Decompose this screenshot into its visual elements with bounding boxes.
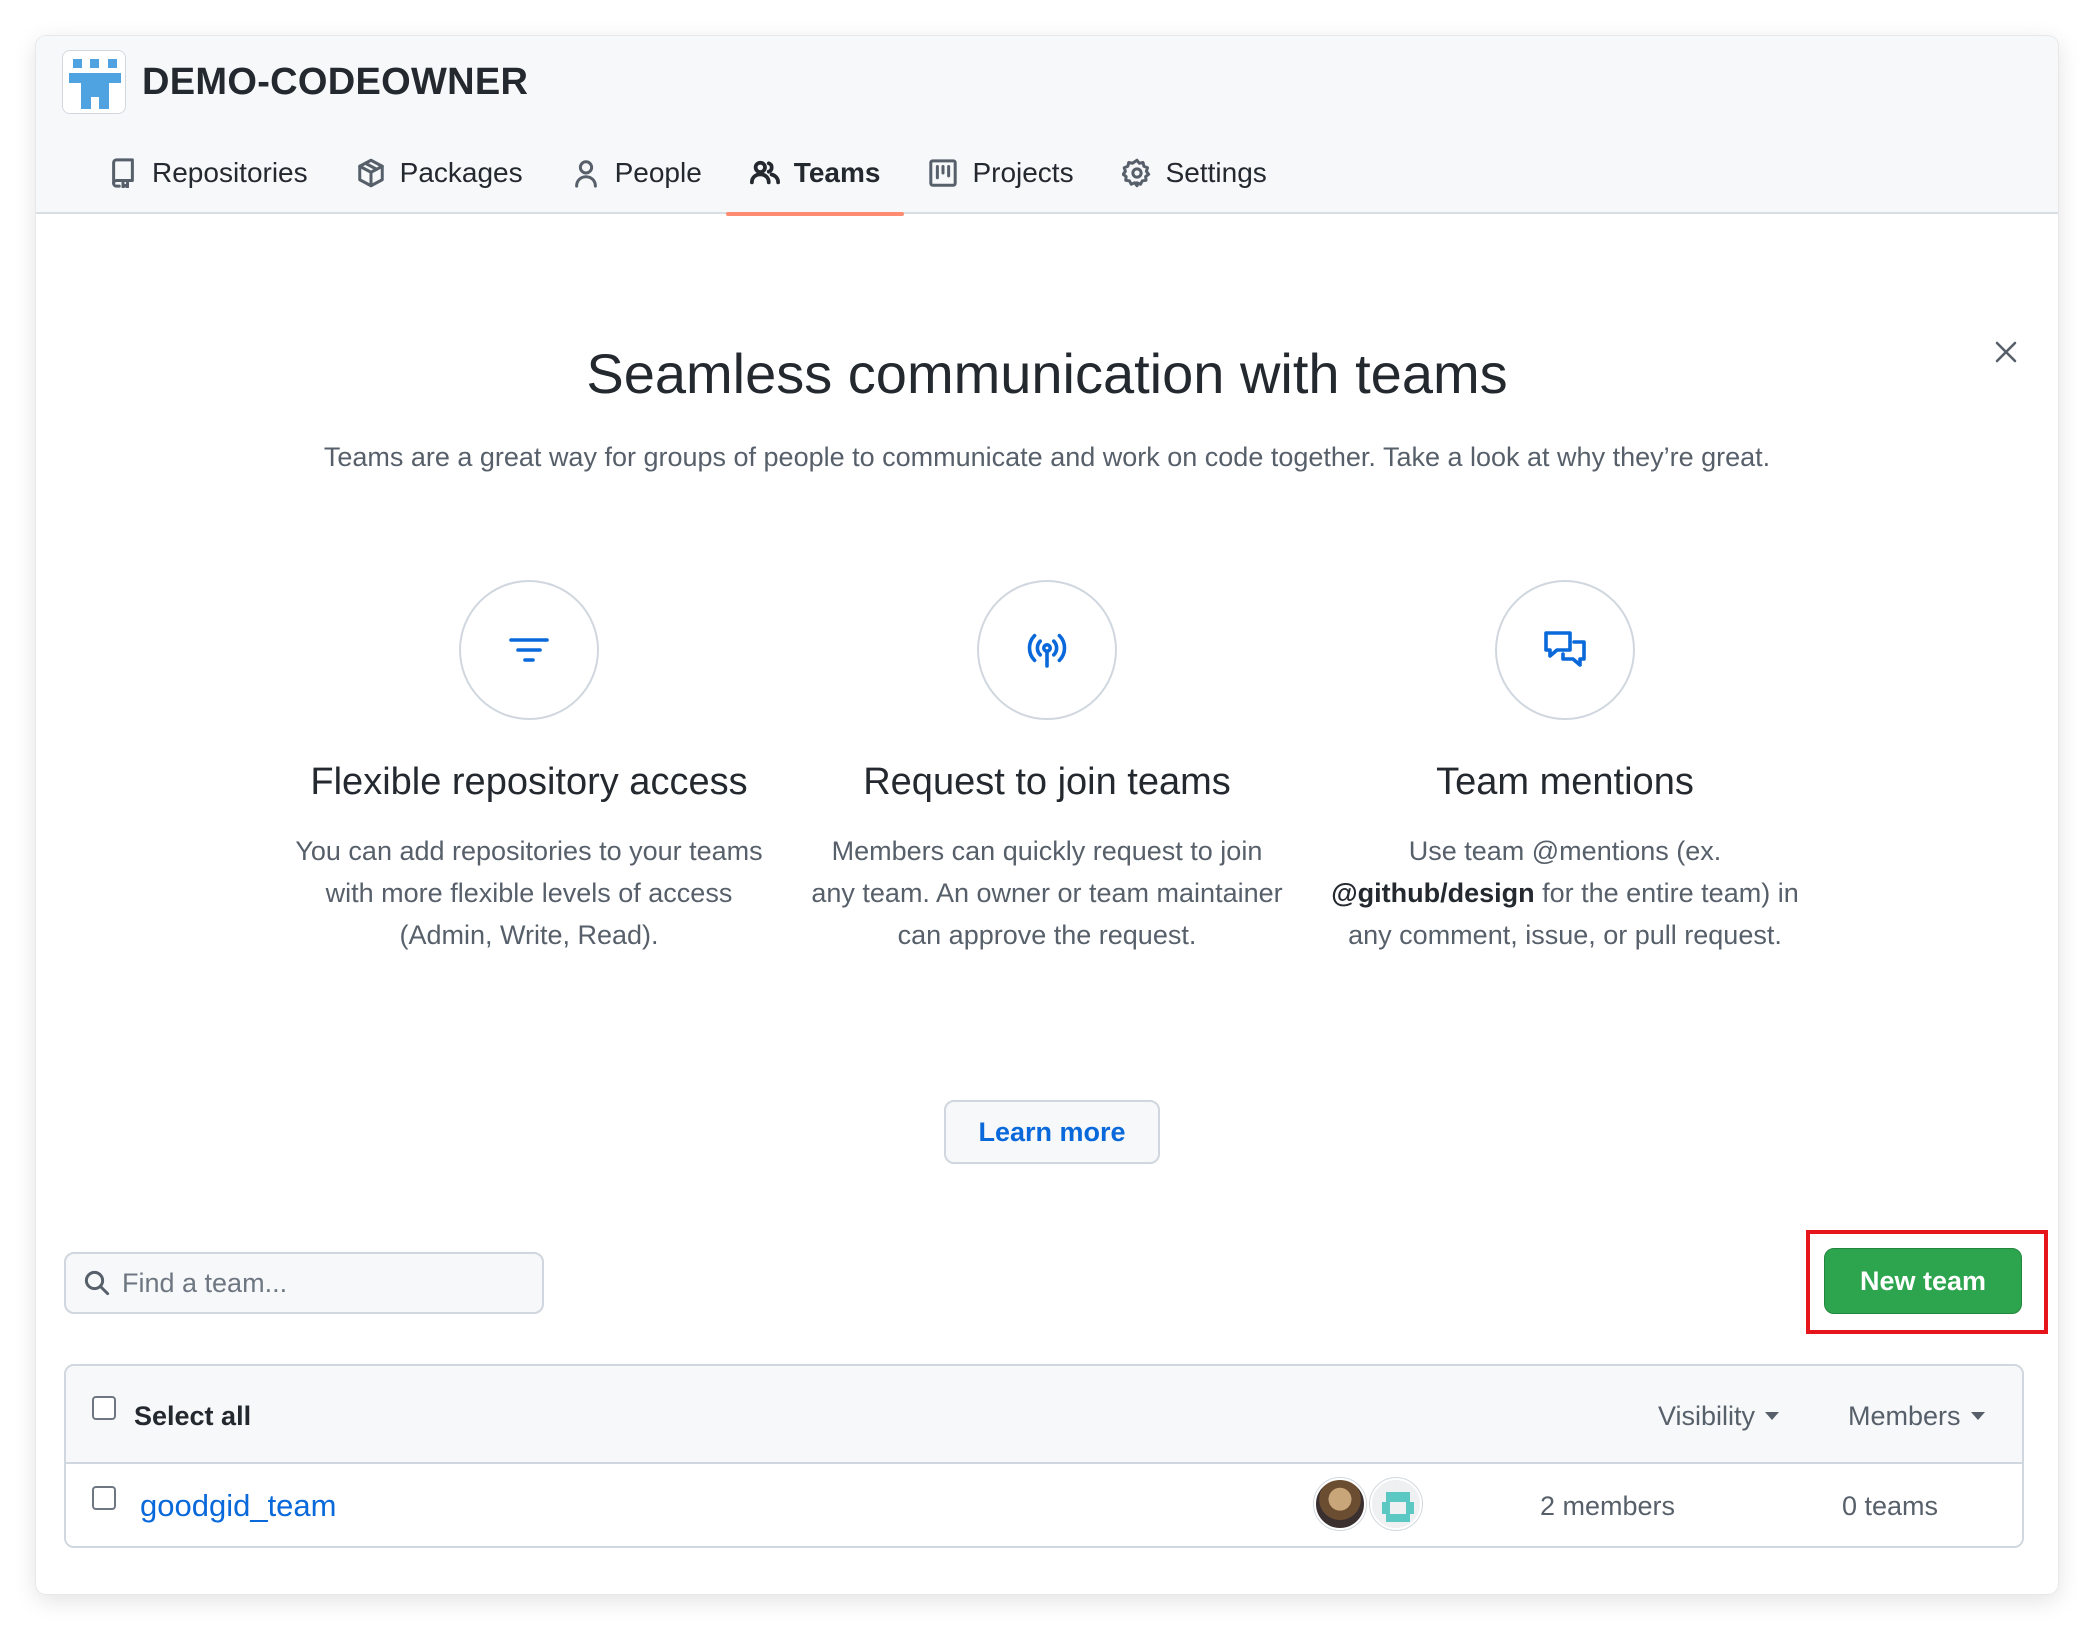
members-label: Members — [1848, 1401, 1961, 1431]
org-logo[interactable] — [62, 50, 126, 114]
new-team-button[interactable]: New team — [1824, 1248, 2022, 1314]
promo-title: Seamless communication with teams — [586, 342, 1508, 405]
feature-title: Request to join teams — [863, 761, 1231, 803]
tab-label: Teams — [793, 157, 881, 188]
row-checkbox[interactable] — [92, 1486, 116, 1510]
tab-projects[interactable]: Projects — [904, 132, 1097, 214]
app-window: DEMO-CODEOWNER Repositories Packages Peo… — [36, 36, 2058, 1594]
feature-flexible-access: Flexible repository access You can add r… — [279, 580, 779, 956]
select-all-checkbox[interactable] — [92, 1396, 116, 1420]
mention-example: @github/design — [1331, 878, 1535, 908]
gear-icon — [1121, 158, 1150, 188]
tab-settings[interactable]: Settings — [1098, 132, 1291, 214]
mention-text-pre: Use team @mentions (ex. — [1408, 836, 1722, 866]
visibility-label: Visibility — [1658, 1401, 1756, 1431]
avatar[interactable] — [1370, 1478, 1422, 1530]
search-icon — [84, 1270, 110, 1296]
tab-label: Settings — [1165, 157, 1267, 188]
people-icon — [749, 160, 780, 185]
tab-label: Packages — [399, 157, 523, 188]
filter-icon — [509, 638, 549, 662]
feature-description: You can add repositories to your teams w… — [295, 836, 763, 950]
package-icon — [357, 158, 384, 188]
search-input[interactable] — [122, 1267, 522, 1299]
teams-table: Select all Visibility Members goodgid_te… — [64, 1364, 2024, 1548]
person-icon — [574, 160, 597, 188]
tab-repositories[interactable]: Repositories — [84, 132, 332, 214]
visibility-dropdown[interactable]: Visibility — [1658, 1396, 1780, 1436]
identicon-avatar-icon — [1372, 1480, 1420, 1528]
tab-teams[interactable]: Teams — [725, 132, 905, 216]
find-team-search[interactable] — [64, 1252, 544, 1314]
org-name[interactable]: DEMO-CODEOWNER — [142, 54, 528, 110]
feature-icon-circle — [1495, 580, 1635, 720]
feature-title: Team mentions — [1436, 761, 1694, 803]
chevron-down-icon — [1970, 1412, 1985, 1420]
members-count[interactable]: 2 members — [1540, 1486, 1675, 1526]
repo-icon — [112, 158, 134, 188]
feature-description: Members can quickly request to join any … — [811, 836, 1283, 950]
feature-icon-circle — [977, 580, 1117, 720]
comment-discussion-icon — [1544, 631, 1586, 667]
feature-request-to-join: Request to join teams Members can quickl… — [797, 580, 1297, 956]
broadcast-icon — [1027, 633, 1067, 668]
chevron-down-icon — [1765, 1412, 1780, 1420]
promo-subtitle: Teams are a great way for groups of peop… — [323, 442, 1771, 472]
feature-description: Use team @mentions (ex. @github/design f… — [1325, 830, 1805, 956]
tab-label: Projects — [972, 157, 1074, 188]
project-icon — [929, 159, 958, 187]
feature-team-mentions: Team mentions Use team @mentions (ex. @g… — [1315, 580, 1815, 956]
members-dropdown[interactable]: Members — [1848, 1396, 1985, 1436]
learn-more-button[interactable]: Learn more — [944, 1100, 1160, 1164]
feature-title: Flexible repository access — [310, 761, 748, 803]
tab-label: People — [614, 157, 702, 188]
table-row: goodgid_team 2 members 0 teams — [66, 1464, 2022, 1546]
avatar[interactable] — [1314, 1478, 1366, 1530]
team-name-link[interactable]: goodgid_team — [140, 1484, 337, 1528]
teams-count[interactable]: 0 teams — [1842, 1486, 1938, 1526]
select-all-label: Select all — [134, 1401, 252, 1431]
tab-label: Repositories — [152, 157, 308, 188]
tab-people[interactable]: People — [547, 132, 726, 214]
feature-icon-circle — [459, 580, 599, 720]
tab-packages[interactable]: Packages — [332, 132, 547, 214]
org-nav: Repositories Packages People Teams Proje… — [84, 132, 1291, 216]
table-header: Select all Visibility Members — [66, 1366, 2022, 1464]
org-header: DEMO-CODEOWNER Repositories Packages Peo… — [36, 36, 2058, 216]
